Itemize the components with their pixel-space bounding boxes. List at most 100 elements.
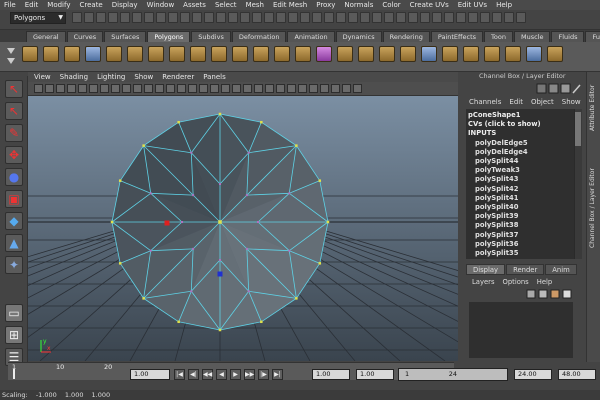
panel-menu-view[interactable]: View: [34, 73, 51, 81]
panel-toolbar-icon[interactable]: [276, 84, 285, 93]
channel-box-list[interactable]: pConeShape1 CVs (click to show) INPUTS poly…: [466, 109, 574, 259]
mesh-vertex[interactable]: [177, 320, 180, 324]
mesh-vertex[interactable]: [190, 151, 193, 154]
shelf-tool-icon[interactable]: [463, 46, 479, 62]
mesh-vertex[interactable]: [118, 262, 122, 265]
panel-menu-lighting[interactable]: Lighting: [97, 73, 125, 81]
tab-curves[interactable]: Curves: [66, 31, 104, 42]
panel-toolbar-icon[interactable]: [243, 84, 252, 93]
status-tool-icon[interactable]: [516, 12, 526, 23]
status-tool-icon[interactable]: [312, 12, 322, 23]
panel-toolbar-icon[interactable]: [100, 84, 109, 93]
status-tool-icon[interactable]: [72, 12, 82, 23]
tab-painteffects[interactable]: PaintEffects: [430, 31, 484, 42]
panel-toolbar-icon[interactable]: [67, 84, 76, 93]
panel-toolbar-icon[interactable]: [56, 84, 65, 93]
current-time-marker[interactable]: [13, 369, 15, 379]
shelf-tool-icon[interactable]: [316, 46, 332, 62]
channel-menu-show[interactable]: Show: [562, 98, 581, 106]
mesh-vertex[interactable]: [257, 221, 259, 223]
status-tool-icon[interactable]: [396, 12, 406, 23]
mesh-vertex[interactable]: [318, 262, 322, 265]
mesh-vertex[interactable]: [247, 151, 250, 154]
anim-end-field[interactable]: 48.00: [558, 369, 596, 380]
status-tool-icon[interactable]: [168, 12, 178, 23]
mesh-vertex[interactable]: [110, 220, 114, 224]
panel-toolbar-icon[interactable]: [78, 84, 87, 93]
select-tool-icon[interactable]: ↖: [5, 80, 23, 98]
mesh-vertex[interactable]: [118, 179, 122, 182]
shelf-tool-icon[interactable]: [253, 46, 269, 62]
tab-layer-render[interactable]: Render: [506, 264, 545, 275]
go-to-end-icon[interactable]: ▶|: [272, 369, 283, 380]
mesh-vertex[interactable]: [245, 247, 248, 250]
shelf-tool-icon[interactable]: [505, 46, 521, 62]
menu-proxy[interactable]: Proxy: [316, 1, 335, 9]
status-tool-icon[interactable]: [96, 12, 106, 23]
shelf-tool-icon[interactable]: [211, 46, 227, 62]
menu-edit[interactable]: Edit: [25, 1, 39, 9]
manipulator-icon[interactable]: ◆: [5, 212, 23, 230]
shelf-tool-icon[interactable]: [547, 46, 563, 62]
shelf-tool-icon[interactable]: [379, 46, 395, 62]
menu-modify[interactable]: Modify: [47, 1, 70, 9]
mesh-vertex[interactable]: [295, 297, 298, 300]
mesh-vertex[interactable]: [149, 249, 152, 252]
channel-menu-object[interactable]: Object: [531, 98, 554, 106]
mesh-vertex[interactable]: [326, 220, 330, 224]
range-slider[interactable]: 1 24: [398, 368, 508, 381]
tab-attribute-editor[interactable]: Attribute Editor: [589, 76, 599, 140]
menu-assets[interactable]: Assets: [183, 1, 206, 9]
panel-toolbar-icon[interactable]: [188, 84, 197, 93]
status-tool-icon[interactable]: [420, 12, 430, 23]
rotate-tool-icon[interactable]: ●: [5, 168, 23, 186]
polygon-mesh[interactable]: [110, 112, 330, 332]
channel-box-item[interactable]: polySplit41: [468, 194, 574, 203]
tab-fluids[interactable]: Fluids: [551, 31, 585, 42]
menu-edit-mesh[interactable]: Edit Mesh: [273, 1, 307, 9]
layer-menu-layers[interactable]: Layers: [472, 278, 495, 286]
panel-toolbar-icon[interactable]: [232, 84, 241, 93]
panel-toolbar-icon[interactable]: [89, 84, 98, 93]
status-tool-icon[interactable]: [492, 12, 502, 23]
shelf-tool-icon[interactable]: [295, 46, 311, 62]
panel-toolbar-icon[interactable]: [199, 84, 208, 93]
mesh-vertex[interactable]: [217, 271, 223, 277]
menu-file[interactable]: File: [4, 1, 16, 9]
status-tool-icon[interactable]: [276, 12, 286, 23]
panel-menu-show[interactable]: Show: [134, 73, 153, 81]
mesh-vertex[interactable]: [192, 247, 195, 250]
panel-toolbar-icon[interactable]: [287, 84, 296, 93]
status-tool-icon[interactable]: [372, 12, 382, 23]
mesh-vertex[interactable]: [218, 328, 222, 332]
panel-toolbar-icon[interactable]: [265, 84, 274, 93]
mesh-vertex[interactable]: [318, 179, 322, 182]
viewport-canvas[interactable]: y x: [28, 96, 458, 361]
tab-layer-display[interactable]: Display: [466, 264, 506, 275]
mesh-vertex[interactable]: [218, 112, 222, 116]
mesh-vertex[interactable]: [219, 259, 221, 261]
mesh-vertex[interactable]: [164, 220, 170, 226]
status-tool-icon[interactable]: [324, 12, 334, 23]
channel-box-item[interactable]: polySplit38: [468, 221, 574, 230]
status-tool-icon[interactable]: [252, 12, 262, 23]
tab-muscle[interactable]: Muscle: [513, 31, 551, 42]
shelf-tool-icon[interactable]: [337, 46, 353, 62]
channel-box-item[interactable]: polySplit40: [468, 203, 574, 212]
menu-select[interactable]: Select: [215, 1, 237, 9]
mesh-vertex[interactable]: [219, 183, 221, 185]
soft-mod-icon[interactable]: ▲: [5, 234, 23, 252]
channel-box-item[interactable]: INPUTS: [468, 129, 574, 138]
panel-toolbar-icon[interactable]: [298, 84, 307, 93]
channel-box-item[interactable]: polySplit42: [468, 185, 574, 194]
panel-toolbar-icon[interactable]: [353, 84, 362, 93]
panel-toolbar-icon[interactable]: [166, 84, 175, 93]
current-time-field[interactable]: 1.00: [130, 369, 170, 380]
mesh-vertex[interactable]: [192, 194, 195, 197]
channel-box-item[interactable]: polyTweak3: [468, 166, 574, 175]
tab-layer-anim[interactable]: Anim: [545, 264, 577, 275]
panel-toolbar-icon[interactable]: [210, 84, 219, 93]
status-tool-icon[interactable]: [468, 12, 478, 23]
status-tool-icon[interactable]: [84, 12, 94, 23]
end-time-field[interactable]: 24.00: [514, 369, 552, 380]
